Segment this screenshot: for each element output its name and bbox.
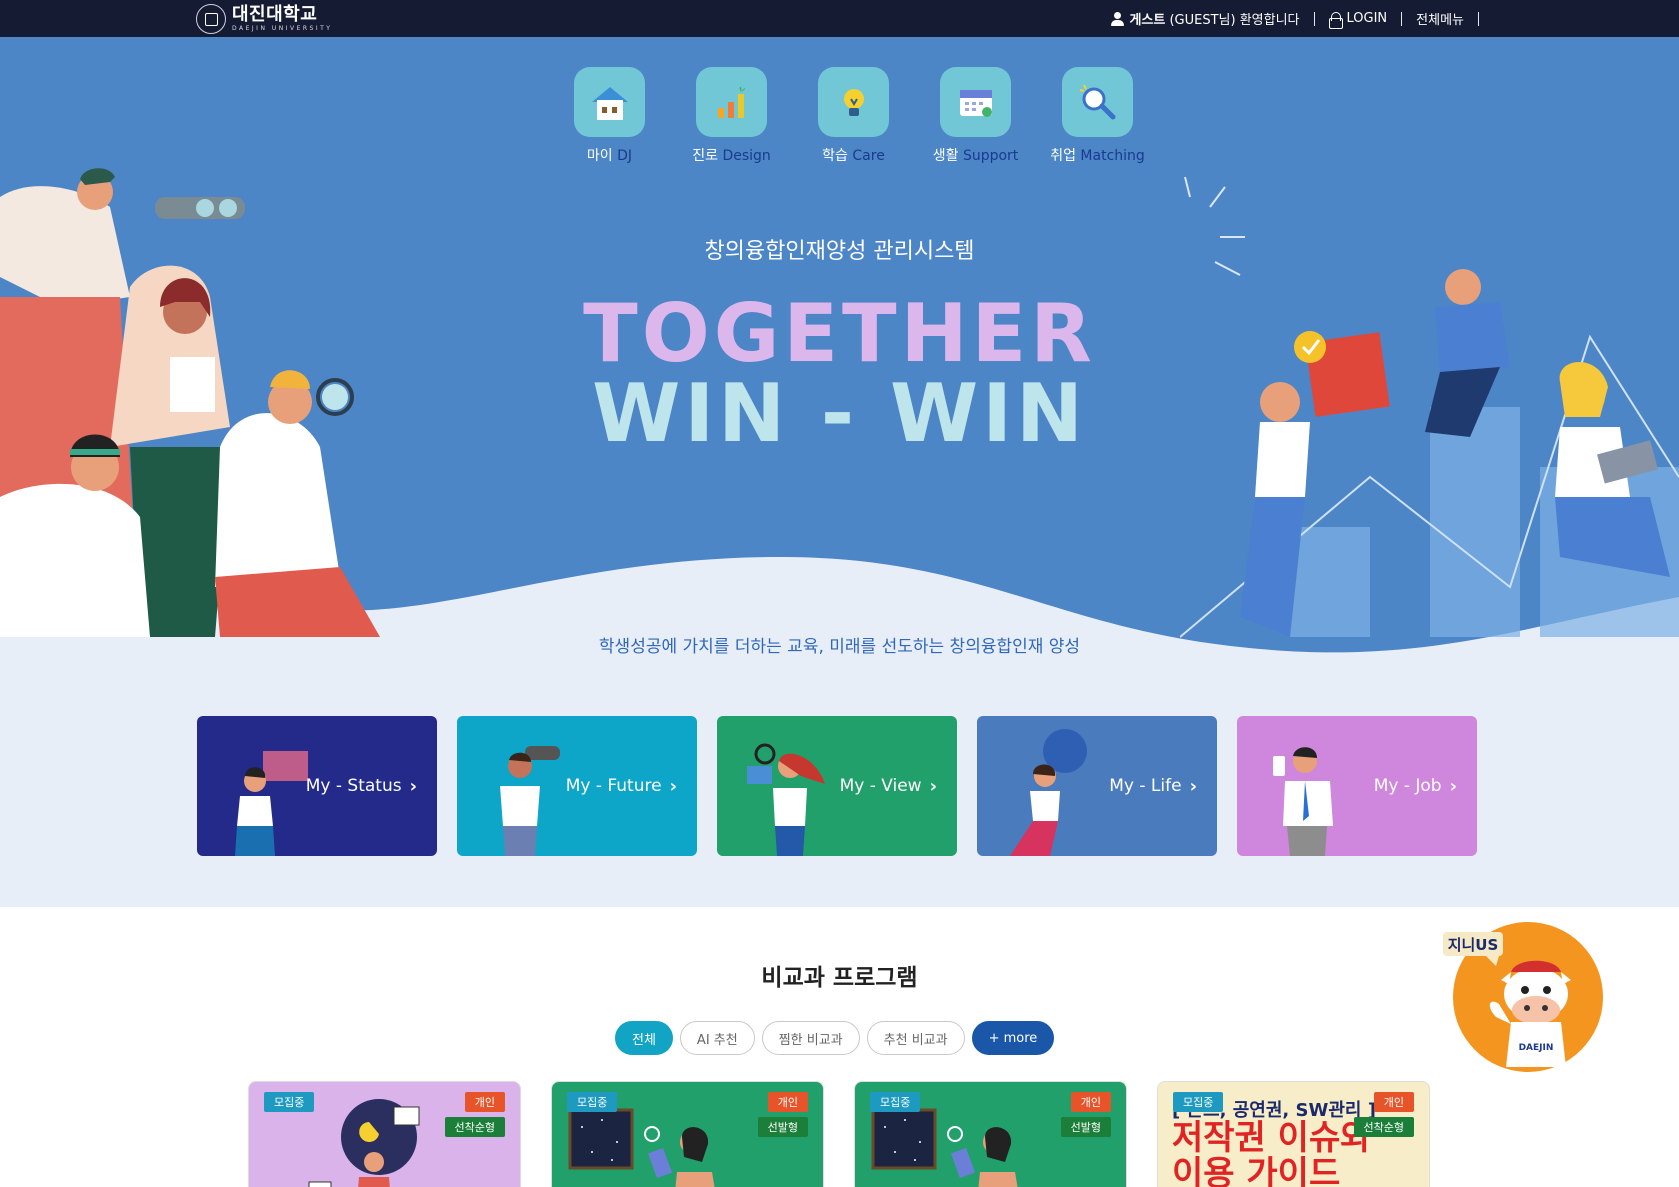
login-link[interactable]: LOGIN — [1315, 11, 1402, 29]
status-badge: 모집중 — [1173, 1092, 1224, 1112]
person-illustration — [500, 746, 560, 856]
growth-chart-icon — [696, 67, 767, 137]
card-my-view[interactable]: My - View › — [717, 716, 957, 856]
card-label: My - View — [839, 776, 922, 796]
card-label: My - Future — [565, 776, 662, 796]
chevron-right-icon: › — [1449, 775, 1457, 797]
card-my-status[interactable]: My - Status › — [197, 716, 437, 856]
quick-menu-label: 취업 — [1050, 148, 1076, 164]
program-list: 모집중 개인 선착순형 모집중 개인 선발형 모집중 개인 선발형 [폰트, … — [248, 1081, 1430, 1187]
card-label: My - Life — [1109, 776, 1182, 796]
program-card[interactable]: 모집중 개인 선착순형 — [248, 1081, 521, 1187]
chevron-right-icon: › — [1189, 775, 1197, 797]
hero-subtitle: 창의융합인재양성 관리시스템 — [704, 239, 975, 264]
method-badge: 선발형 — [1060, 1117, 1111, 1137]
chevron-right-icon: › — [409, 775, 417, 797]
card-label: My - Status — [305, 776, 402, 796]
logo-name-ko: 대진대학교 — [232, 4, 318, 25]
person-illustration — [1010, 729, 1087, 856]
program-headline: [ 폰트, 공연권, SW관리 ] 저작권 이슈와 이용 가이드 — [1172, 1101, 1422, 1187]
quick-menu-label-en: Support — [962, 148, 1019, 164]
greeting-text: (GUEST님) 환영합니다 — [1165, 13, 1300, 28]
person-illustration — [1273, 747, 1333, 856]
program-card[interactable]: [ 폰트, 공연권, SW관리 ] 저작권 이슈와 이용 가이드 모집중 개인 … — [1157, 1081, 1430, 1187]
type-badge: 개인 — [1070, 1092, 1111, 1112]
top-bar: 대진대학교 DAEJIN UNIVERSITY 게스트 (GUEST님) 환영합… — [0, 0, 1679, 37]
house-icon — [574, 67, 645, 137]
status-badge: 모집중 — [567, 1092, 618, 1112]
filter-recommended[interactable]: 추천 비교과 — [866, 1021, 965, 1055]
my-cards: My - Status › My - Future › My - View › My … — [197, 716, 1477, 856]
quick-menu: 마이 DJ 진로 Design 학습 Care 생활 Support 취업 Ma… — [574, 67, 1145, 165]
mascot-shirt-text: DAEJIN — [1519, 1043, 1554, 1053]
program-card[interactable]: 모집중 개인 선발형 — [551, 1081, 824, 1187]
quick-menu-label: 진로 — [692, 148, 718, 164]
chatbot-mascot[interactable]: 지니US DAEJIN — [1441, 922, 1604, 1072]
person-illustration — [235, 751, 308, 856]
mascot-badge-text: 지니US — [1448, 936, 1499, 954]
filter-ai-recommend[interactable]: AI 추천 — [679, 1021, 755, 1055]
quick-menu-label: 마이 — [586, 148, 613, 164]
quick-menu-label: 학습 — [822, 148, 848, 164]
nav-divider — [1478, 11, 1479, 26]
program-card[interactable]: 모집중 개인 선발형 — [854, 1081, 1127, 1187]
guest-greeting: 게스트 (GUEST님) 환영합니다 — [1097, 9, 1313, 28]
quick-menu-learning-care[interactable]: 학습 Care — [818, 67, 889, 165]
login-label: LOGIN — [1346, 11, 1388, 26]
quick-menu-life-support[interactable]: 생활 Support — [933, 67, 1018, 165]
card-my-life[interactable]: My - Life › — [977, 716, 1217, 856]
quick-menu-job-matching[interactable]: 취업 Matching — [1050, 67, 1145, 165]
all-menu-link[interactable]: 전체메뉴 — [1402, 9, 1478, 28]
magnifier-icon — [1062, 67, 1133, 137]
type-badge: 개인 — [464, 1092, 505, 1112]
chevron-right-icon: › — [669, 775, 677, 797]
chevron-right-icon: › — [929, 775, 937, 797]
programs-title: 비교과 프로그램 — [761, 965, 918, 991]
card-label: My - Job — [1373, 776, 1442, 796]
user-icon — [1111, 11, 1125, 26]
method-badge: 선착순형 — [1353, 1117, 1414, 1137]
method-badge: 선발형 — [757, 1117, 808, 1137]
quick-menu-label-en: Matching — [1080, 148, 1145, 164]
card-my-job[interactable]: My - Job › — [1237, 716, 1477, 856]
status-badge: 모집중 — [870, 1092, 921, 1112]
lightbulb-icon — [818, 67, 889, 137]
hero-tagline: 학생성공에 가치를 더하는 교육, 미래를 선도하는 창의융합인재 양성 — [598, 637, 1081, 657]
quick-menu-my-dj[interactable]: 마이 DJ — [574, 67, 645, 165]
guest-name: 게스트 — [1129, 13, 1166, 28]
lock-icon — [1328, 11, 1343, 29]
quick-menu-career-design[interactable]: 진로 Design — [692, 67, 771, 165]
status-badge: 모집중 — [264, 1092, 315, 1112]
quick-menu-label: 생활 — [932, 148, 959, 164]
logo-name-en: DAEJIN UNIVERSITY — [232, 25, 333, 32]
filter-more-button[interactable]: + more — [971, 1021, 1055, 1055]
all-menu-label: 전체메뉴 — [1416, 13, 1464, 28]
university-logo[interactable]: 대진대학교 DAEJIN UNIVERSITY — [196, 4, 332, 34]
mascot-illustration: 지니US DAEJIN — [1443, 922, 1603, 1072]
filter-favorites[interactable]: 찜한 비교과 — [761, 1021, 860, 1055]
card-my-future[interactable]: My - Future › — [457, 716, 697, 856]
program-filters: 전체 AI 추천 찜한 비교과 추천 비교과 + more — [615, 1021, 1055, 1055]
program-headline-line3: 이용 가이드 — [1172, 1153, 1341, 1187]
type-badge: 개인 — [1373, 1092, 1414, 1112]
person-illustration — [747, 743, 825, 856]
hero-section: 마이 DJ 진로 Design 학습 Care 생활 Support 취업 Ma… — [0, 37, 1679, 907]
calendar-icon — [940, 67, 1011, 137]
university-emblem-icon — [196, 4, 226, 34]
top-nav: 게스트 (GUEST님) 환영합니다 LOGIN 전체메뉴 — [1097, 0, 1479, 37]
quick-menu-label-en: Design — [722, 148, 771, 164]
method-badge: 선착순형 — [444, 1117, 505, 1137]
hero-title-line2: WIN - WIN — [592, 367, 1087, 460]
quick-menu-label-en: Care — [852, 148, 885, 164]
quick-menu-label-en: DJ — [617, 148, 633, 164]
type-badge: 개인 — [767, 1092, 808, 1112]
filter-all[interactable]: 전체 — [615, 1021, 673, 1055]
